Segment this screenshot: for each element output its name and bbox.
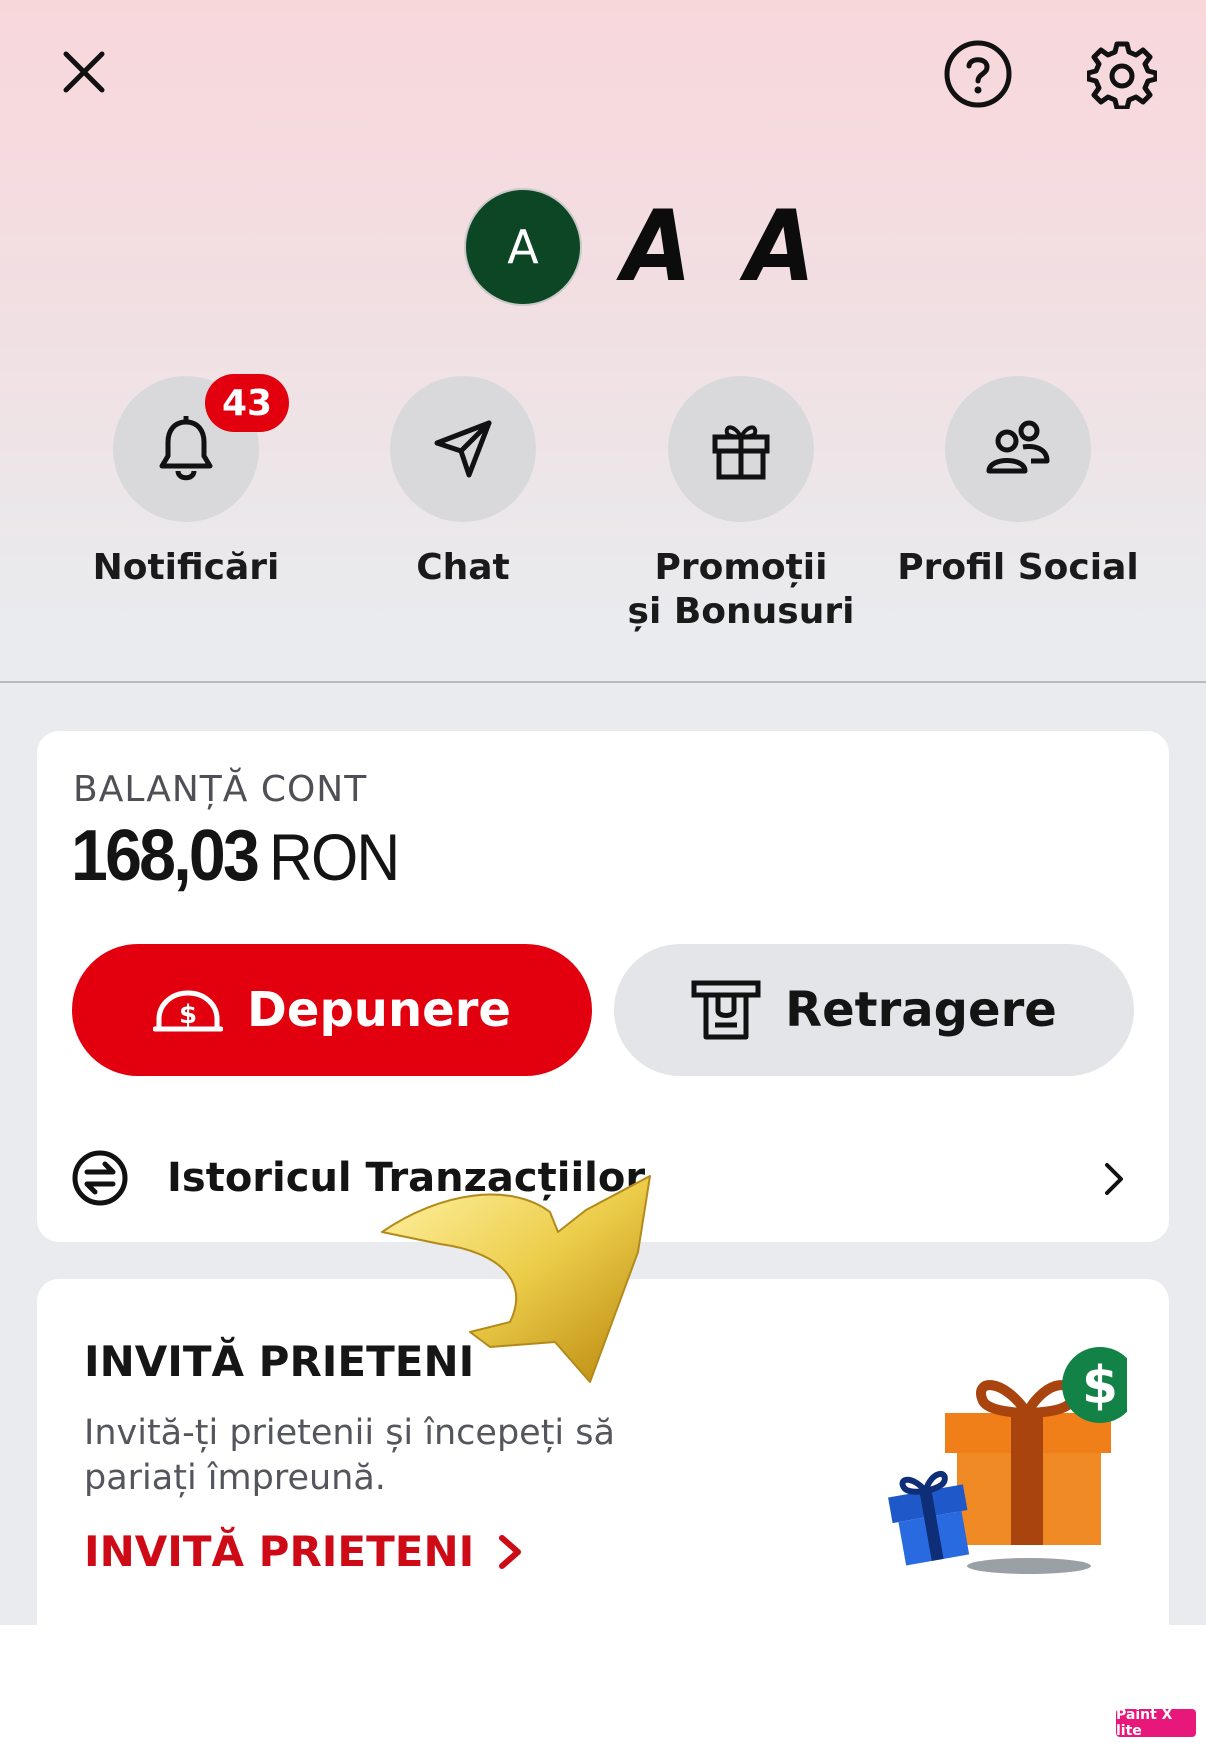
deposit-button[interactable]: $ Depunere xyxy=(72,944,592,1076)
gift-money-illustration: $ xyxy=(888,1347,1127,1574)
withdraw-button[interactable]: Retragere xyxy=(614,944,1134,1076)
gift-icon xyxy=(712,425,770,480)
avatar[interactable]: A xyxy=(464,188,582,306)
balance-currency: RON xyxy=(269,820,400,894)
deposit-label: Depunere xyxy=(247,982,511,1038)
send-icon xyxy=(434,420,492,478)
settings-button[interactable] xyxy=(1084,36,1160,112)
quick-action-label: Chat xyxy=(416,547,510,588)
invite-friends-link[interactable]: INVITĂ PRIETENI xyxy=(84,1527,526,1576)
chat-circle xyxy=(390,376,536,522)
quick-actions: 43 Notificări Chat Promoții și Bonusuri … xyxy=(0,374,1206,636)
social-profile-circle xyxy=(945,376,1091,522)
chevron-right-icon xyxy=(1105,1163,1123,1195)
bottom-blank-area xyxy=(0,1625,1206,1745)
quick-action-label: Promoții și Bonusuri xyxy=(627,547,855,632)
close-icon xyxy=(63,51,105,93)
invite-link-label: INVITĂ PRIETENI xyxy=(84,1527,475,1576)
transfer-arrows-icon xyxy=(72,1150,128,1206)
withdraw-label: Retragere xyxy=(785,982,1057,1038)
svg-text:$: $ xyxy=(1082,1356,1118,1416)
chevron-right-icon xyxy=(499,1534,522,1569)
quick-action-social-profile[interactable]: Profil Social xyxy=(888,376,1148,590)
bell-icon xyxy=(159,416,213,481)
svg-text:$: $ xyxy=(179,1000,197,1030)
annotation-arrow xyxy=(381,1175,651,1383)
header-divider xyxy=(0,681,1206,683)
profile-screen: A A A 43 Notificări Chat Promoții și Bon… xyxy=(0,0,1206,1625)
notification-count-badge: 43 xyxy=(205,374,289,432)
balance-label: BALANȚĂ CONT xyxy=(73,769,368,810)
notifications-circle: 43 xyxy=(113,374,289,522)
quick-action-label: Profil Social xyxy=(897,547,1139,588)
balance-card: BALANȚĂ CONT 168,03 RON $ Depunere Retra… xyxy=(37,731,1169,1242)
deposit-money-icon: $ xyxy=(153,990,224,1032)
balance-amount: 168,03 xyxy=(71,816,260,896)
help-icon xyxy=(944,40,1012,108)
quick-action-promotions[interactable]: Promoții și Bonusuri xyxy=(611,376,871,634)
promotions-circle xyxy=(668,376,814,522)
people-icon xyxy=(986,420,1050,474)
gear-icon xyxy=(1087,41,1157,109)
close-button[interactable] xyxy=(52,40,116,104)
atm-icon xyxy=(691,980,761,1040)
watermark-badge: Paint X lite xyxy=(1116,1707,1196,1739)
quick-action-notifications[interactable]: 43 Notificări xyxy=(56,374,316,590)
quick-action-chat[interactable]: Chat xyxy=(333,376,593,590)
balance-value: 168,03 RON xyxy=(71,815,410,897)
help-button[interactable] xyxy=(942,38,1014,110)
profile-header: A A A xyxy=(464,186,844,308)
quick-action-label: Notificări xyxy=(92,547,280,588)
display-name: A A xyxy=(622,190,827,304)
invite-description: Invită-ți prietenii și începeți să paria… xyxy=(84,1413,615,1498)
